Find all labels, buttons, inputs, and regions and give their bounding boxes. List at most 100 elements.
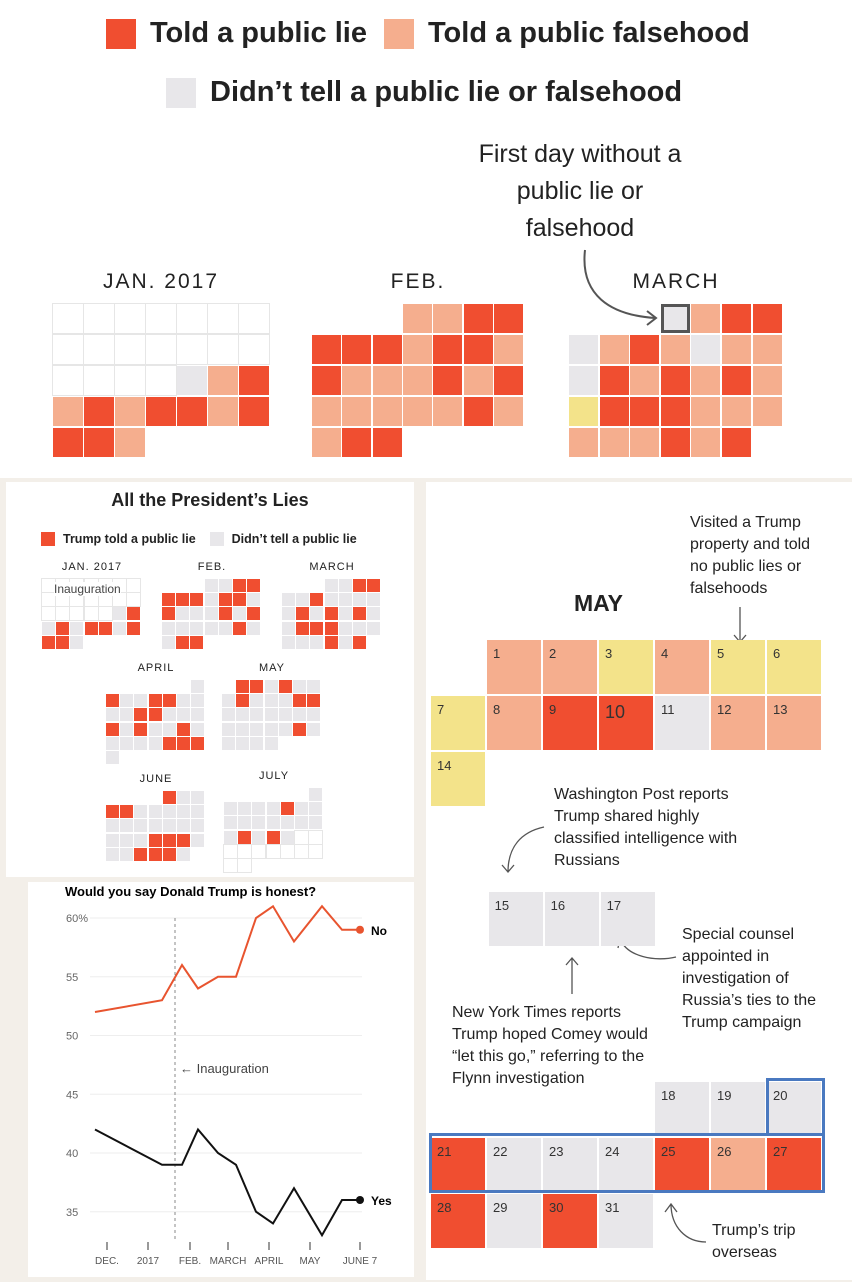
day-cell bbox=[106, 723, 119, 736]
day-cell bbox=[753, 397, 782, 426]
day-cell bbox=[233, 607, 246, 620]
day-number: 8 bbox=[493, 702, 500, 717]
day-cell bbox=[267, 816, 280, 829]
day-cell bbox=[307, 708, 320, 721]
day-cell bbox=[325, 622, 338, 635]
day-cell bbox=[296, 593, 309, 606]
day-cell bbox=[134, 819, 147, 832]
day-cell bbox=[691, 335, 720, 364]
day-cell bbox=[163, 819, 176, 832]
day-cell bbox=[236, 723, 249, 736]
may-day-cell: 1 bbox=[487, 640, 541, 694]
day-cell bbox=[722, 335, 751, 364]
day-cell bbox=[250, 694, 263, 707]
day-cell bbox=[691, 397, 720, 426]
small-month-label: JUNE bbox=[106, 773, 206, 785]
day-cell bbox=[120, 819, 133, 832]
day-number: 11 bbox=[661, 702, 675, 717]
day-cell bbox=[464, 304, 493, 333]
day-cell bbox=[120, 834, 133, 847]
day-number: 12 bbox=[717, 702, 731, 717]
day-cell bbox=[722, 397, 751, 426]
day-cell bbox=[353, 579, 366, 592]
day-cell bbox=[70, 607, 83, 620]
day-cell bbox=[367, 593, 380, 606]
day-number: 2 bbox=[549, 646, 556, 661]
day-cell bbox=[163, 791, 176, 804]
day-cell bbox=[208, 335, 238, 364]
day-cell bbox=[162, 636, 175, 649]
day-cell bbox=[208, 366, 238, 395]
day-cell bbox=[191, 708, 204, 721]
day-cell bbox=[177, 834, 190, 847]
day-cell bbox=[222, 708, 235, 721]
day-cell bbox=[239, 335, 269, 364]
day-cell bbox=[115, 366, 145, 395]
day-cell bbox=[252, 831, 265, 844]
may-day-cell: 30 bbox=[543, 1194, 597, 1248]
day-cell bbox=[307, 680, 320, 693]
series-line-yes bbox=[95, 1130, 360, 1236]
day-number: 10 bbox=[605, 702, 625, 723]
small-month-label: FEB. bbox=[162, 561, 262, 573]
day-cell bbox=[600, 335, 629, 364]
y-tick-label: 45 bbox=[66, 1089, 78, 1101]
day-cell bbox=[295, 845, 308, 858]
day-cell bbox=[224, 859, 237, 872]
day-cell bbox=[309, 845, 322, 858]
day-cell bbox=[403, 366, 432, 395]
x-tick-label: JUNE 7 bbox=[343, 1256, 378, 1267]
day-cell bbox=[433, 366, 462, 395]
y-tick-label: 35 bbox=[66, 1207, 78, 1219]
day-cell bbox=[265, 708, 278, 721]
day-cell bbox=[494, 335, 523, 364]
may-day-cell: 15 bbox=[489, 892, 543, 946]
day-cell bbox=[224, 816, 237, 829]
day-cell bbox=[353, 636, 366, 649]
day-cell bbox=[279, 723, 292, 736]
day-cell bbox=[219, 607, 232, 620]
day-cell bbox=[339, 636, 352, 649]
trip-outline bbox=[429, 1133, 825, 1193]
day-cell bbox=[177, 848, 190, 861]
day-cell bbox=[600, 397, 629, 426]
may-day-cell: 11 bbox=[655, 696, 709, 750]
day-cell bbox=[191, 819, 204, 832]
day-cell bbox=[325, 636, 338, 649]
day-cell bbox=[239, 304, 269, 333]
day-cell bbox=[238, 816, 251, 829]
day-cell bbox=[464, 397, 493, 426]
series-line-no bbox=[95, 906, 360, 1012]
day-cell bbox=[661, 428, 690, 457]
day-cell bbox=[250, 737, 263, 750]
honesty-line-chart: Would you say Donald Trump is honest?60%… bbox=[28, 882, 414, 1277]
day-cell bbox=[630, 335, 659, 364]
small-month-label: MAY bbox=[222, 662, 322, 674]
day-cell bbox=[177, 805, 190, 818]
day-cell bbox=[163, 708, 176, 721]
day-cell bbox=[600, 366, 629, 395]
day-cell bbox=[134, 805, 147, 818]
day-cell bbox=[134, 848, 147, 861]
day-cell bbox=[134, 737, 147, 750]
day-cell bbox=[149, 737, 162, 750]
day-number: 14 bbox=[437, 758, 451, 773]
day-cell bbox=[208, 304, 238, 333]
day-cell bbox=[236, 680, 249, 693]
day-cell bbox=[293, 680, 306, 693]
day-cell bbox=[134, 834, 147, 847]
day-cell bbox=[177, 304, 207, 333]
day-cell bbox=[247, 579, 260, 592]
day-cell bbox=[464, 335, 493, 364]
day-cell bbox=[85, 622, 98, 635]
day-cell bbox=[267, 831, 280, 844]
day-cell bbox=[293, 694, 306, 707]
day-cell bbox=[177, 397, 207, 426]
may-day-cell: 17 bbox=[601, 892, 655, 946]
day-cell bbox=[233, 593, 246, 606]
day-cell bbox=[661, 335, 690, 364]
day-number: 15 bbox=[495, 898, 509, 913]
day-cell bbox=[191, 737, 204, 750]
day-cell bbox=[403, 304, 432, 333]
day-cell bbox=[247, 607, 260, 620]
